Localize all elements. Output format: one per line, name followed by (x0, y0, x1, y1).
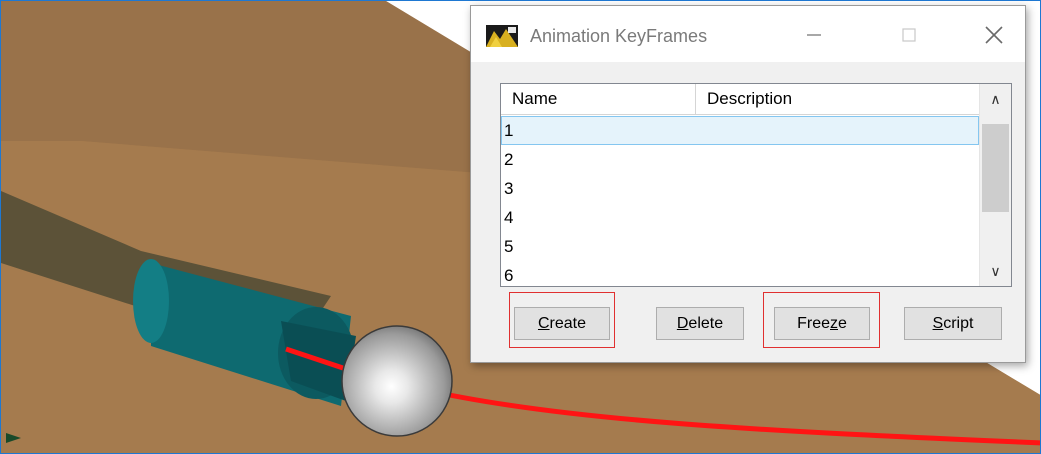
list-item[interactable]: 3 (501, 174, 979, 203)
window-title: Animation KeyFrames (530, 26, 708, 46)
list-item[interactable]: 6 (501, 261, 979, 286)
column-header-description[interactable]: Description (696, 84, 979, 114)
close-button[interactable] (971, 20, 1017, 50)
create-label-mnemonic: C (537, 315, 550, 332)
vertical-scrollbar[interactable]: ∧ ∨ (979, 84, 1011, 286)
delete-label-post: elete (688, 315, 724, 332)
list-item[interactable]: 5 (501, 232, 979, 261)
list-rows: 1 2 3 4 5 6 (501, 116, 979, 286)
title-bar[interactable]: Animation KeyFrames (471, 6, 1025, 62)
row-name: 4 (504, 208, 514, 227)
list-item[interactable]: 4 (501, 203, 979, 232)
row-name: 6 (504, 266, 514, 285)
create-button[interactable]: Create (514, 307, 610, 340)
row-name: 5 (504, 237, 514, 256)
chevron-down-icon[interactable]: ∨ (980, 256, 1011, 286)
delete-button[interactable]: Delete (656, 307, 744, 340)
animation-keyframes-dialog: Animation KeyFrames Name Description 1 2… (470, 5, 1026, 363)
row-name: 1 (504, 121, 514, 140)
list-item[interactable]: 1 (501, 116, 979, 145)
row-name: 3 (504, 179, 514, 198)
freeze-button[interactable]: Freeze (774, 307, 870, 340)
animation-app-icon (486, 25, 518, 47)
row-name: 2 (504, 150, 514, 169)
column-header-name[interactable]: Name (501, 84, 696, 114)
keyframes-list[interactable]: Name Description 1 2 3 4 5 6 ∧ ∨ (500, 83, 1012, 287)
freeze-label-post: e (838, 315, 847, 332)
scroll-thumb[interactable] (982, 124, 1009, 212)
minimize-button[interactable] (791, 20, 837, 50)
script-label-mnemonic: S (932, 315, 944, 332)
sphere (341, 325, 453, 437)
maximize-button[interactable] (886, 20, 932, 50)
freeze-label-mnemonic: z (830, 315, 838, 332)
create-label-post: reate (549, 315, 587, 332)
script-button[interactable]: Script (904, 307, 1002, 340)
delete-label-mnemonic: D (676, 315, 689, 332)
script-label-post: cript (943, 315, 974, 332)
chevron-up-icon[interactable]: ∧ (980, 84, 1011, 114)
list-item[interactable]: 2 (501, 145, 979, 174)
freeze-label-pre: Free (797, 315, 830, 332)
list-header: Name Description (501, 84, 979, 115)
